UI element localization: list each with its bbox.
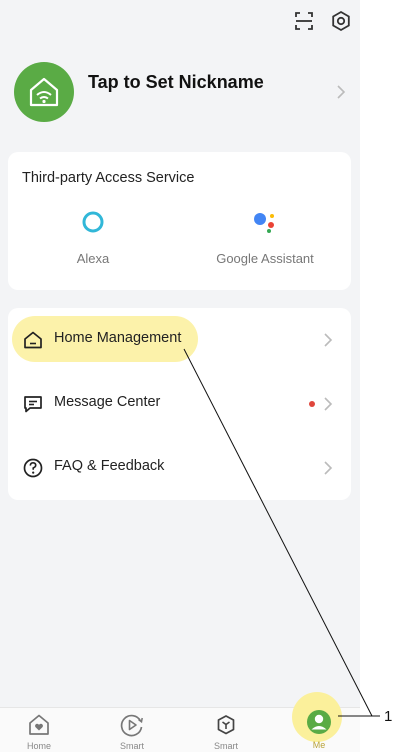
cube-icon [217,715,235,735]
user-icon [307,710,331,734]
home-icon [24,331,42,349]
question-icon [23,458,43,478]
message-icon [24,396,42,413]
callout-number: 1 [384,708,393,725]
menu-item-message-center[interactable]: Message Center [8,372,351,436]
tab-smart-devices[interactable]: Smart [196,708,256,752]
third-party-card: Third-party Access Service Alexa Google … [8,152,351,290]
menu-item-label: Message Center [54,394,161,410]
google-assistant-label: Google Assistant [216,251,314,266]
chevron-right-icon [324,461,333,475]
tab-home[interactable]: Home [9,708,69,752]
top-bar [0,10,360,34]
unread-badge [309,401,315,407]
google-assistant-service[interactable]: Google Assistant [190,210,340,266]
third-party-title: Third-party Access Service [22,170,195,186]
menu-item-faq-feedback[interactable]: FAQ & Feedback [8,436,351,500]
chevron-right-icon [337,85,346,99]
home-heart-icon [29,714,49,735]
alexa-label: Alexa [76,251,110,266]
tab-label: Smart [213,741,238,751]
alexa-service[interactable]: Alexa [18,210,168,266]
menu-item-home-management-content[interactable]: Home Management [8,308,351,372]
chevron-right-icon [324,397,333,411]
tab-me[interactable]: Me [289,707,349,751]
smart-home-icon [29,77,59,107]
tab-smart-scenes[interactable]: Smart [102,708,162,752]
profile-header[interactable]: Tap to Set Nickname [0,58,360,126]
alexa-icon [82,211,104,233]
settings-icon[interactable] [330,10,352,32]
nickname-label[interactable]: Tap to Set Nickname [88,72,264,93]
google-assistant-icon [254,213,274,233]
chevron-right-icon [324,333,333,347]
scan-icon[interactable] [293,10,315,32]
menu-item-label: FAQ & Feedback [54,458,165,474]
tab-label: Home [26,741,51,751]
avatar[interactable] [14,62,74,122]
tab-label: Me [312,740,326,750]
tab-label: Smart [119,741,144,751]
app-screen: Tap to Set Nickname Third-party Access S… [0,0,360,752]
menu-item-label: Home Management [54,330,182,346]
play-circle-icon [120,714,143,737]
